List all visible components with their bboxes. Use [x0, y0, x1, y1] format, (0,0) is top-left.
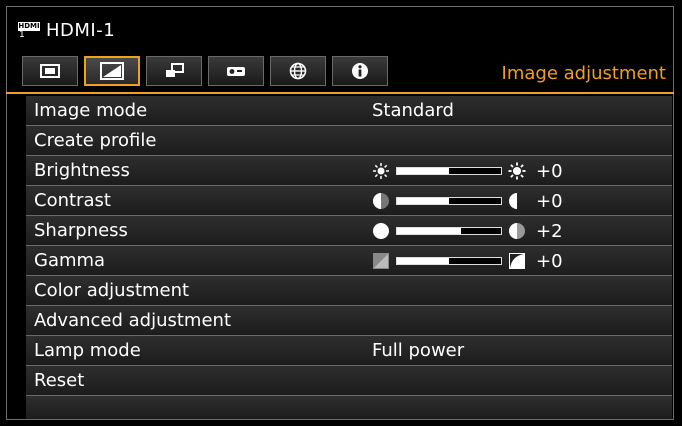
menu-item-label: Advanced adjustment [34, 310, 232, 331]
installation-icon [164, 63, 184, 79]
brightness-slider[interactable]: +0 [372, 160, 563, 182]
menu-item-value: Standard [372, 100, 454, 121]
tab-projector-settings[interactable] [208, 56, 264, 86]
gamma-fill [397, 258, 449, 264]
brightness-high-icon [508, 162, 526, 180]
menu-item-sharpness[interactable]: Sharpness +2 [26, 216, 672, 246]
gamma-slider[interactable]: +0 [372, 250, 563, 272]
input-source: HDMI 1 HDMI-1 [18, 20, 115, 41]
sharpness-fill [397, 228, 462, 234]
tab-information[interactable] [332, 56, 388, 86]
sharpness-high-icon [508, 222, 526, 240]
brightness-value: +0 [536, 160, 563, 182]
sharpness-low-icon [372, 222, 390, 240]
gamma-bar [396, 257, 502, 265]
info-icon [351, 62, 369, 80]
brightness-low-icon [372, 162, 390, 180]
menu-item-empty [26, 396, 672, 420]
tab-installation[interactable] [146, 56, 202, 86]
menu-item-label: Reset [34, 370, 85, 391]
menu-item-image-mode[interactable]: Image mode Standard [26, 96, 672, 126]
contrast-high-icon [508, 192, 526, 210]
projector-icon [226, 65, 246, 77]
sharpness-value: +2 [536, 220, 563, 242]
menu-title: Image adjustment [501, 63, 666, 84]
menu-item-label: Create profile [34, 130, 157, 151]
menu-item-brightness[interactable]: Brightness +0 [26, 156, 672, 186]
tab-image-adjustment[interactable] [84, 56, 140, 86]
contrast-low-icon [372, 192, 390, 210]
menu-item-label: Brightness [34, 160, 130, 181]
menu-item-value: Full power [372, 340, 465, 361]
contrast-value: +0 [536, 190, 563, 212]
network-icon [289, 62, 307, 80]
menu-item-label: Sharpness [34, 220, 128, 241]
contrast-bar [396, 197, 502, 205]
menu-list: Image mode Standard Create profile Brigh… [26, 96, 672, 420]
image-adjust-icon [100, 62, 124, 80]
source-label: HDMI-1 [46, 20, 116, 41]
hdmi-icon: HDMI 1 [18, 21, 40, 40]
screen-icon [40, 64, 60, 78]
menu-item-label: Lamp mode [34, 340, 141, 361]
menu-item-advanced-adjustment[interactable]: Advanced adjustment [26, 306, 672, 336]
menu-item-gamma[interactable]: Gamma +0 [26, 246, 672, 276]
menu-tabs [22, 56, 394, 86]
gamma-high-icon [508, 252, 526, 270]
menu-item-label: Contrast [34, 190, 111, 211]
menu-header: HDMI 1 HDMI-1 Image adjustment [6, 6, 674, 94]
tab-network[interactable] [270, 56, 326, 86]
header-divider [6, 92, 674, 94]
tab-screen[interactable] [22, 56, 78, 86]
gamma-value: +0 [536, 250, 563, 272]
sharpness-slider[interactable]: +2 [372, 220, 563, 242]
menu-item-label: Image mode [34, 100, 148, 121]
menu-item-contrast[interactable]: Contrast +0 [26, 186, 672, 216]
gamma-low-icon [372, 252, 390, 270]
menu-item-create-profile[interactable]: Create profile [26, 126, 672, 156]
contrast-slider[interactable]: +0 [372, 190, 563, 212]
menu-item-color-adjustment[interactable]: Color adjustment [26, 276, 672, 306]
menu-item-lamp-mode[interactable]: Lamp mode Full power [26, 336, 672, 366]
contrast-fill [397, 198, 449, 204]
sharpness-bar [396, 227, 502, 235]
brightness-bar [396, 167, 502, 175]
menu-item-label: Gamma [34, 250, 106, 271]
menu-item-label: Color adjustment [34, 280, 190, 301]
brightness-fill [397, 168, 449, 174]
menu-item-reset[interactable]: Reset [26, 366, 672, 396]
